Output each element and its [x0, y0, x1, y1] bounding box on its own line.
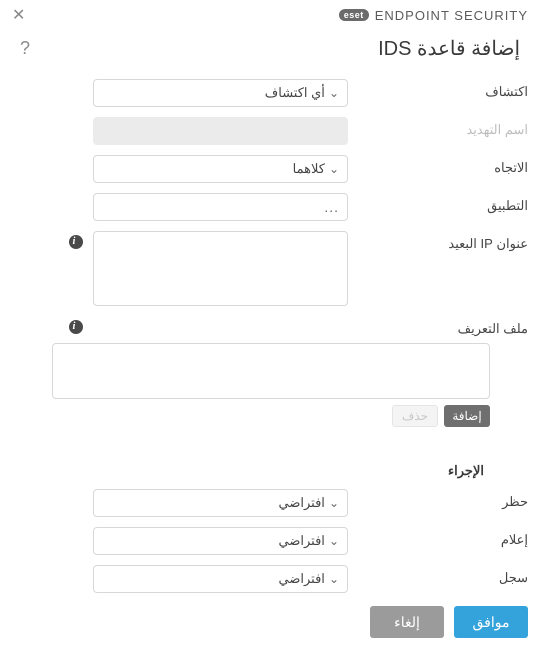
notify-value: افتراضي — [102, 533, 329, 549]
application-browse[interactable]: ... — [93, 193, 348, 221]
detection-select[interactable]: ⌄ أي اكتشاف — [93, 79, 348, 107]
label-profile: ملف التعريف — [348, 316, 528, 337]
notify-select[interactable]: ⌄ افتراضي — [93, 527, 348, 555]
profile-list[interactable] — [52, 343, 490, 399]
label-remote-ip: عنوان IP البعيد — [348, 231, 528, 252]
chevron-down-icon: ⌄ — [329, 534, 339, 548]
label-application: التطبيق — [348, 193, 528, 214]
detection-value: أي اكتشاف — [102, 85, 329, 101]
info-icon[interactable]: i — [69, 235, 83, 249]
label-threat-name: اسم التهديد — [348, 117, 528, 138]
section-action: الإجراء — [14, 463, 490, 479]
delete-button: حذف — [392, 405, 438, 427]
brand-name: ENDPOINT SECURITY — [375, 8, 528, 23]
log-select[interactable]: ⌄ افتراضي — [93, 565, 348, 593]
close-icon[interactable]: ✕ — [12, 5, 25, 25]
brand: eset ENDPOINT SECURITY — [339, 8, 528, 23]
chevron-down-icon: ⌄ — [329, 162, 339, 176]
label-detection: اكتشاف — [348, 79, 528, 100]
label-direction: الاتجاه — [348, 155, 528, 176]
chevron-down-icon: ⌄ — [329, 86, 339, 100]
block-value: افتراضي — [102, 495, 329, 511]
add-button[interactable]: إضافة — [444, 405, 490, 427]
title-bar: ✕ eset ENDPOINT SECURITY — [0, 0, 540, 30]
title-row: إضافة قاعدة IDS ? — [0, 30, 540, 61]
footer: إلغاء موافق — [0, 596, 540, 650]
chevron-down-icon: ⌄ — [329, 572, 339, 586]
direction-select[interactable]: ⌄ كلاهما — [93, 155, 348, 183]
label-block: حظر — [348, 489, 528, 510]
threat-name-field — [93, 117, 348, 145]
form: اكتشاف ⌄ أي اكتشاف اسم التهديد الاتجاه ⌄… — [0, 61, 540, 593]
ok-button[interactable]: موافق — [454, 606, 528, 638]
remote-ip-input[interactable] — [93, 231, 348, 306]
log-value: افتراضي — [102, 571, 329, 587]
direction-value: كلاهما — [102, 161, 329, 177]
brand-badge: eset — [339, 9, 369, 21]
info-icon[interactable]: i — [69, 320, 83, 334]
page-title: إضافة قاعدة IDS — [378, 36, 520, 61]
label-log: سجل — [348, 565, 528, 586]
ellipsis-icon: ... — [324, 199, 339, 215]
chevron-down-icon: ⌄ — [329, 496, 339, 510]
help-icon[interactable]: ? — [20, 38, 30, 59]
block-select[interactable]: ⌄ افتراضي — [93, 489, 348, 517]
cancel-button[interactable]: إلغاء — [370, 606, 444, 638]
label-notify: إعلام — [348, 527, 528, 548]
